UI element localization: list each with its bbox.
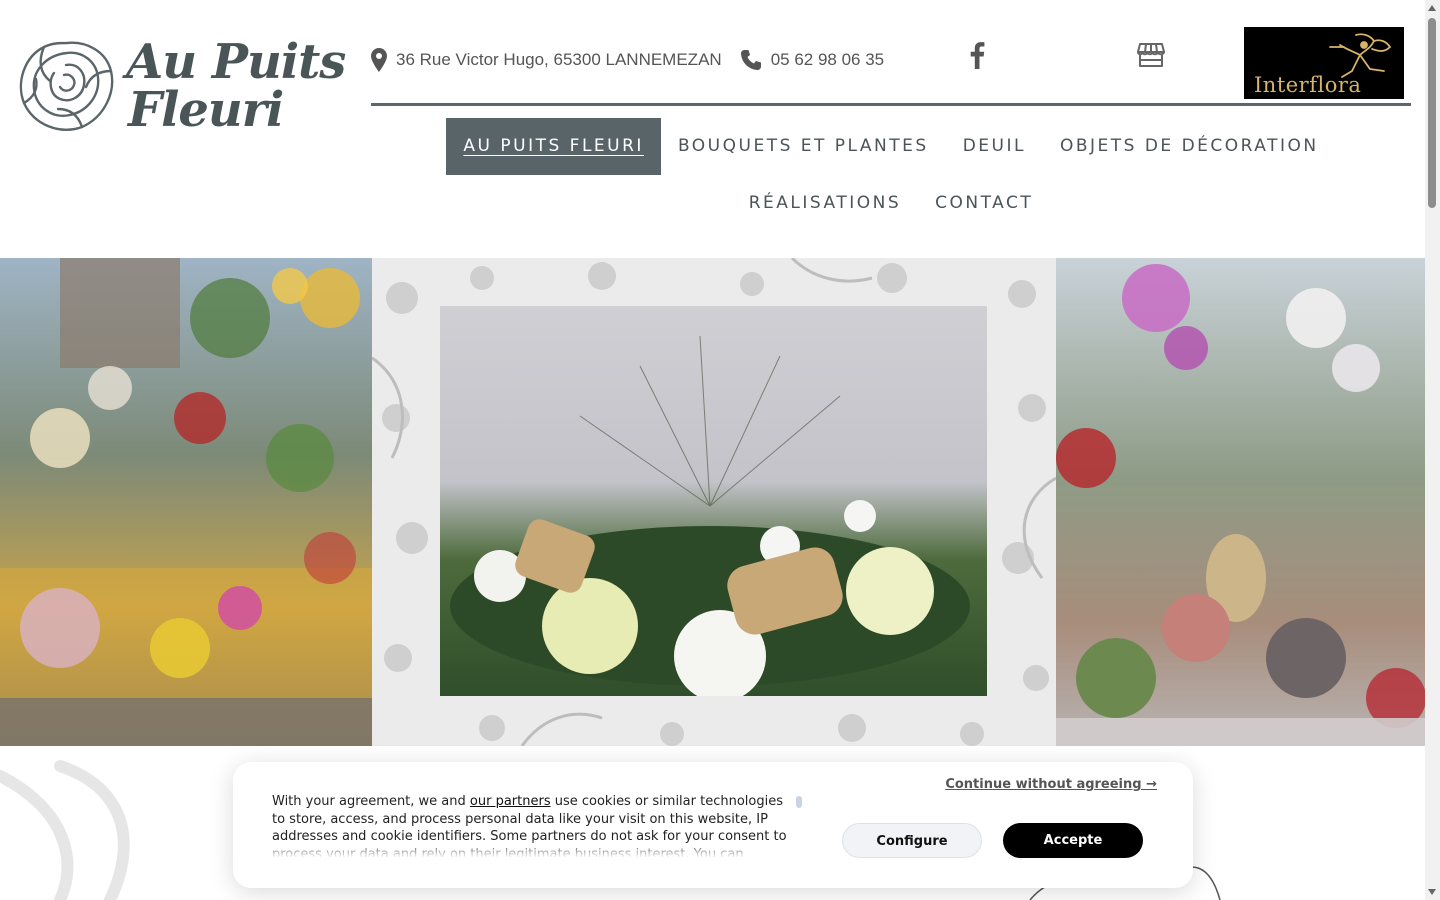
nav-item-realisations[interactable]: RÉALISATIONS [732, 175, 918, 232]
nav-item-objets-de-decoration[interactable]: OBJETS DE DÉCORATION [1043, 118, 1336, 175]
logo-line-2: Fleuri [128, 82, 284, 138]
site-logo[interactable]: Au Puits Fleuri [16, 36, 346, 136]
interflora-logo[interactable]: Interflora [1244, 27, 1404, 99]
phone-icon [740, 50, 761, 70]
scrollbar-thumb[interactable] [1428, 18, 1436, 208]
text-fade-overlay [272, 840, 792, 858]
continue-without-agreeing-link[interactable]: Continue without agreeing → [945, 777, 1157, 792]
nav-item-bouquets-et-plantes[interactable]: BOUQUETS ET PLANTES [661, 118, 946, 175]
logo-line-1: Au Puits [126, 34, 346, 90]
page-scrollbar[interactable] [1425, 0, 1440, 900]
map-pin-icon [371, 48, 387, 72]
storefront-icon [1137, 43, 1165, 67]
main-nav: AU PUITS FLEURI BOUQUETS ET PLANTES DEUI… [371, 118, 1411, 232]
facebook-icon [970, 42, 985, 69]
rose-icon [19, 41, 114, 131]
text-scroll-indicator[interactable] [796, 796, 802, 808]
scroll-up-arrow[interactable] [1428, 5, 1436, 11]
shop-interior-photo-right [1056, 258, 1425, 746]
address-text: 36 Rue Victor Hugo, 65300 LANNEMEZAN [396, 50, 722, 69]
nav-item-deuil[interactable]: DEUIL [946, 118, 1043, 175]
facebook-link[interactable] [968, 40, 986, 70]
scroll-down-arrow[interactable] [1428, 889, 1436, 895]
store-link[interactable] [1137, 40, 1165, 70]
phone-item[interactable]: 05 62 98 06 35 [740, 49, 884, 71]
funeral-arrangement-panel [372, 258, 1056, 746]
funeral-arrangement-photo [440, 306, 987, 696]
hero-gallery [0, 258, 1425, 746]
our-partners-link[interactable]: our partners [470, 794, 551, 809]
nav-item-contact[interactable]: CONTACT [918, 175, 1050, 232]
phone-text: 05 62 98 06 35 [770, 50, 885, 69]
interflora-name: Interflora [1254, 73, 1362, 97]
nav-item-au-puits-fleuri[interactable]: AU PUITS FLEURI [446, 118, 661, 175]
contact-bar: 36 Rue Victor Hugo, 65300 LANNEMEZAN 05 … [371, 40, 1231, 80]
cookie-consent-banner: With your agreement, we and our partners… [233, 762, 1193, 888]
cookie-text-before: With your agreement, we and [272, 794, 470, 809]
address-item[interactable]: 36 Rue Victor Hugo, 65300 LANNEMEZAN [371, 48, 722, 72]
header-divider [371, 103, 1411, 106]
configure-button[interactable]: Configure [842, 823, 982, 858]
logo-wordmark: Au Puits Fleuri [126, 34, 346, 138]
shop-interior-photo-left [0, 258, 372, 746]
accept-button[interactable]: Accepte [1003, 823, 1143, 858]
